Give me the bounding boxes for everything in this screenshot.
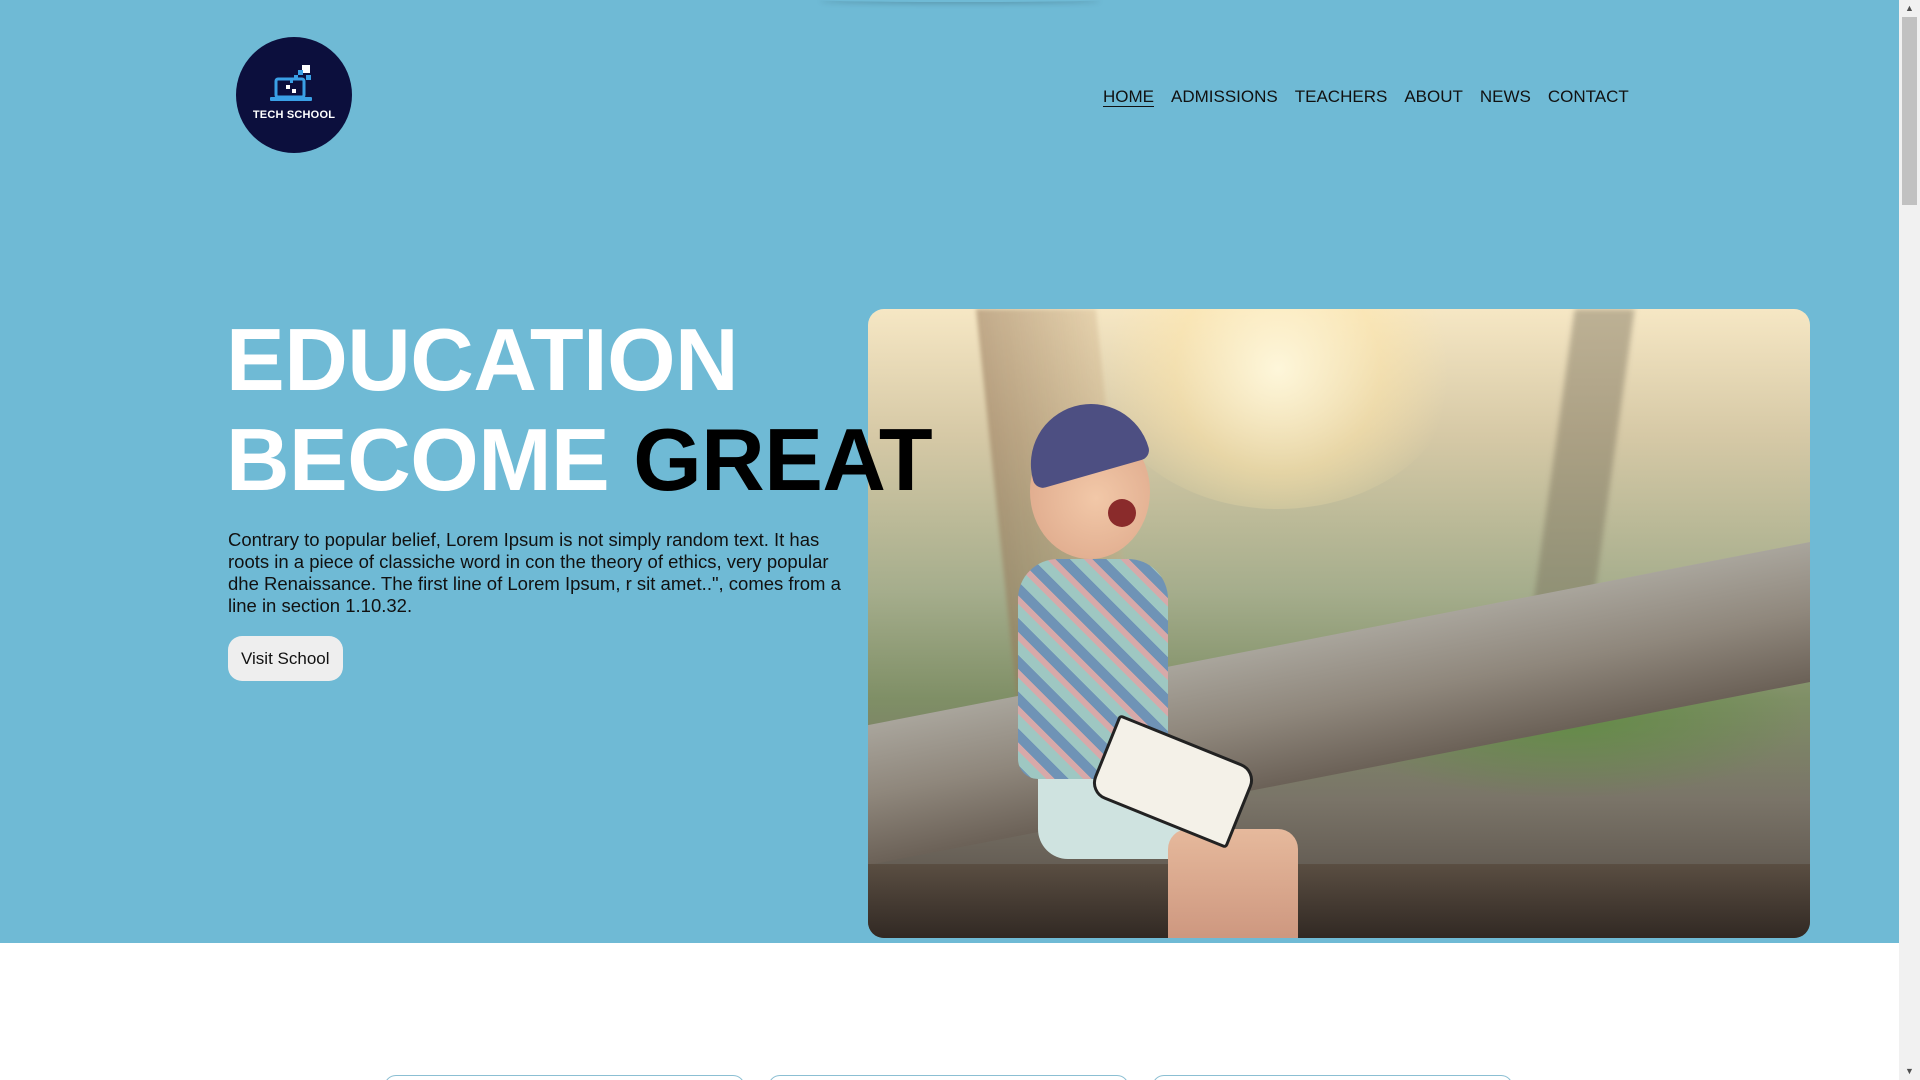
laptop-pixels-icon	[270, 65, 312, 101]
headline-great: GREAT	[633, 410, 933, 509]
scroll-down-arrow-icon[interactable]: ▼	[1899, 1063, 1920, 1080]
nav-home[interactable]: HOME	[1103, 87, 1154, 107]
hero-headline: EDUCATION BECOME GREAT	[226, 310, 933, 510]
headline-become: BECOME	[226, 410, 610, 509]
hero-description: Contrary to popular belief, Lorem Ipsum …	[228, 529, 841, 616]
nav-about[interactable]: ABOUT	[1404, 87, 1463, 107]
headline-line-1: EDUCATION	[226, 310, 739, 409]
vertical-scrollbar[interactable]: ▲ ▼	[1899, 0, 1920, 1080]
visit-school-button[interactable]: Visit School	[228, 636, 343, 681]
nav-contact[interactable]: CONTACT	[1548, 87, 1629, 107]
hero-section: TECH SCHOOL HOME ADMISSIONS TEACHERS ABO…	[0, 0, 1899, 943]
feature-card-3[interactable]	[1152, 1075, 1513, 1080]
nav-teachers[interactable]: TEACHERS	[1295, 87, 1388, 107]
feature-card-2[interactable]	[768, 1075, 1129, 1080]
scroll-thumb[interactable]	[1902, 17, 1917, 205]
scroll-up-arrow-icon[interactable]: ▲	[1899, 0, 1920, 17]
main-navigation: HOME ADMISSIONS TEACHERS ABOUT NEWS CONT…	[1103, 87, 1629, 107]
feature-card-1[interactable]	[384, 1075, 745, 1080]
nav-admissions[interactable]: ADMISSIONS	[1171, 87, 1278, 107]
tech-school-logo[interactable]: TECH SCHOOL	[236, 37, 352, 153]
hero-photo	[868, 309, 1810, 938]
nav-news[interactable]: NEWS	[1480, 87, 1531, 107]
top-shadow-decoration	[820, 0, 1100, 2]
logo-text: TECH SCHOOL	[252, 109, 336, 121]
